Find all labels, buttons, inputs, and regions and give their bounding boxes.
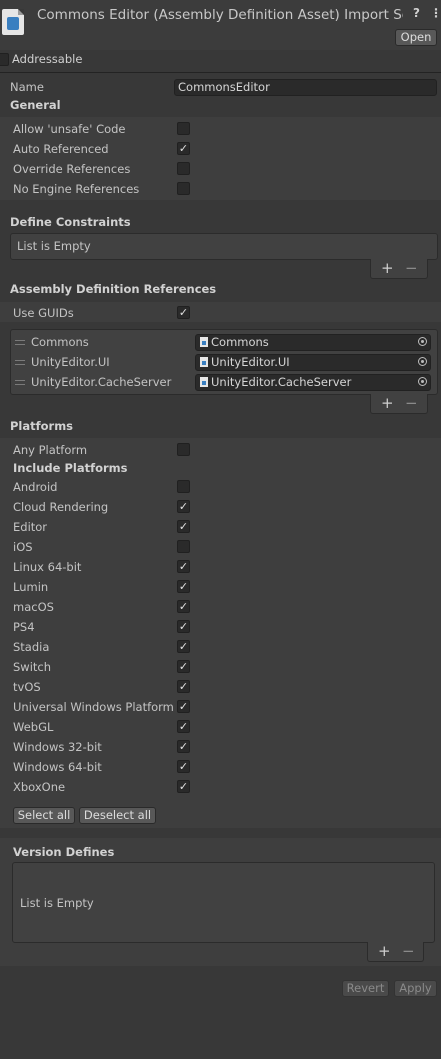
inspector-title: Commons Editor (Assembly Definition Asse… <box>37 7 403 23</box>
define-constraints-list-controls: + − <box>370 259 428 279</box>
platform-checkbox-linux-64-bit[interactable]: ✓ <box>177 560 190 573</box>
reference-field-unityeditor-ui[interactable]: UnityEditor.UI <box>195 354 431 371</box>
reference-field-commons[interactable]: Commons <box>195 334 431 351</box>
assembly-references-heading: Assembly Definition References <box>10 282 217 296</box>
platform-label-switch: Switch <box>13 660 52 674</box>
name-input[interactable]: CommonsEditor <box>174 79 437 96</box>
version-defines-empty-text: List is Empty <box>20 896 94 910</box>
platform-label-ps4: PS4 <box>13 620 35 634</box>
revert-button[interactable]: Revert <box>342 980 389 997</box>
remove-icon[interactable]: − <box>405 260 418 276</box>
add-icon[interactable]: + <box>378 943 391 959</box>
deselect-all-button[interactable]: Deselect all <box>79 807 156 824</box>
platform-checkbox-xboxone[interactable]: ✓ <box>177 780 190 793</box>
platform-checkbox-lumin[interactable]: ✓ <box>177 580 190 593</box>
drag-handle-icon[interactable] <box>15 340 25 345</box>
reference-label-commons: Commons <box>31 335 89 349</box>
platform-checkbox-editor[interactable]: ✓ <box>177 520 190 533</box>
allow-unsafe-code-label: Allow 'unsafe' Code <box>13 122 126 136</box>
drag-handle-icon[interactable] <box>15 360 25 365</box>
platform-label-ios: iOS <box>13 540 33 554</box>
apply-button[interactable]: Apply <box>394 980 437 997</box>
platforms-heading: Platforms <box>10 419 74 433</box>
reference-value-cacheserver: UnityEditor.CacheServer <box>211 375 352 389</box>
platform-label-windows-32-bit: Windows 32-bit <box>13 740 102 754</box>
platform-label-lumin: Lumin <box>13 580 49 594</box>
version-defines-heading: Version Defines <box>13 845 115 859</box>
use-guids-label: Use GUIDs <box>13 306 74 320</box>
reference-label-unityeditor-ui: UnityEditor.UI <box>31 355 110 369</box>
help-icon[interactable]: ? <box>413 6 420 20</box>
platform-checkbox-tvos[interactable]: ✓ <box>177 680 190 693</box>
open-button[interactable]: Open <box>395 29 437 46</box>
add-icon[interactable]: + <box>381 395 394 411</box>
no-engine-references-label: No Engine References <box>13 182 140 196</box>
context-menu-icon[interactable]: ⋮ <box>430 6 441 20</box>
platform-label-xboxone: XboxOne <box>13 780 66 794</box>
platform-checkbox-webgl[interactable]: ✓ <box>177 720 190 733</box>
platform-checkbox-ps4[interactable]: ✓ <box>177 620 190 633</box>
inspector-header: Commons Editor (Assembly Definition Asse… <box>0 0 441 50</box>
object-picker-icon[interactable] <box>418 377 427 386</box>
define-constraints-heading: Define Constraints <box>10 215 131 229</box>
platform-label-android: Android <box>13 480 58 494</box>
platform-label-macos: macOS <box>13 600 54 614</box>
override-references-checkbox[interactable] <box>177 162 190 175</box>
add-icon[interactable]: + <box>381 260 394 276</box>
platform-checkbox-android[interactable] <box>177 480 190 493</box>
platform-label-linux-64-bit: Linux 64-bit <box>13 560 82 574</box>
addressable-checkbox[interactable] <box>0 53 9 66</box>
platform-label-editor: Editor <box>13 520 48 534</box>
platform-checkbox-stadia[interactable]: ✓ <box>177 640 190 653</box>
object-picker-icon[interactable] <box>418 337 427 346</box>
platform-label-tvos: tvOS <box>13 680 41 694</box>
platform-label-windows-64-bit: Windows 64-bit <box>13 760 102 774</box>
platform-checkbox-cloud-rendering[interactable]: ✓ <box>177 500 190 513</box>
allow-unsafe-code-checkbox[interactable] <box>177 122 190 135</box>
auto-referenced-checkbox[interactable]: ✓ <box>177 142 190 155</box>
remove-icon[interactable]: − <box>402 943 415 959</box>
no-engine-references-checkbox[interactable] <box>177 182 190 195</box>
platform-label-cloud-rendering: Cloud Rendering <box>13 500 109 514</box>
name-label: Name <box>10 80 44 94</box>
reference-field-cacheserver[interactable]: UnityEditor.CacheServer <box>195 374 431 391</box>
assembly-object-icon <box>200 337 208 347</box>
reference-label-cacheserver: UnityEditor.CacheServer <box>31 375 172 389</box>
reference-value-unityeditor-ui: UnityEditor.UI <box>211 355 290 369</box>
override-references-label: Override References <box>13 162 131 176</box>
platform-label-stadia: Stadia <box>13 640 50 654</box>
define-constraints-empty-text: List is Empty <box>17 239 91 253</box>
auto-referenced-label: Auto Referenced <box>13 142 109 156</box>
any-platform-checkbox[interactable] <box>177 443 190 456</box>
assembly-definition-icon <box>2 9 24 35</box>
drag-handle-icon[interactable] <box>15 380 25 385</box>
platform-checkbox-windows-64-bit[interactable]: ✓ <box>177 760 190 773</box>
general-heading: General <box>10 98 61 112</box>
any-platform-label: Any Platform <box>13 443 88 457</box>
assembly-references-list-controls: + − <box>370 394 428 414</box>
use-guids-checkbox[interactable]: ✓ <box>177 306 190 319</box>
assembly-object-icon <box>200 377 208 387</box>
object-picker-icon[interactable] <box>418 357 427 366</box>
remove-icon[interactable]: − <box>405 395 418 411</box>
platform-checkbox-universal-windows-platform[interactable]: ✓ <box>177 700 190 713</box>
version-defines-list-controls: + − <box>367 942 424 962</box>
platform-label-webgl: WebGL <box>13 720 54 734</box>
select-all-button[interactable]: Select all <box>13 807 75 824</box>
divider <box>0 72 441 73</box>
platform-checkbox-ios[interactable] <box>177 540 190 553</box>
reference-value-commons: Commons <box>211 335 269 349</box>
assembly-object-icon <box>200 357 208 367</box>
platform-checkbox-switch[interactable]: ✓ <box>177 660 190 673</box>
platform-checkbox-windows-32-bit[interactable]: ✓ <box>177 740 190 753</box>
addressable-label: Addressable <box>12 52 83 66</box>
platform-checkbox-macos[interactable]: ✓ <box>177 600 190 613</box>
platform-label-universal-windows-platform: Universal Windows Platform <box>13 700 174 714</box>
include-platforms-heading: Include Platforms <box>13 461 128 475</box>
